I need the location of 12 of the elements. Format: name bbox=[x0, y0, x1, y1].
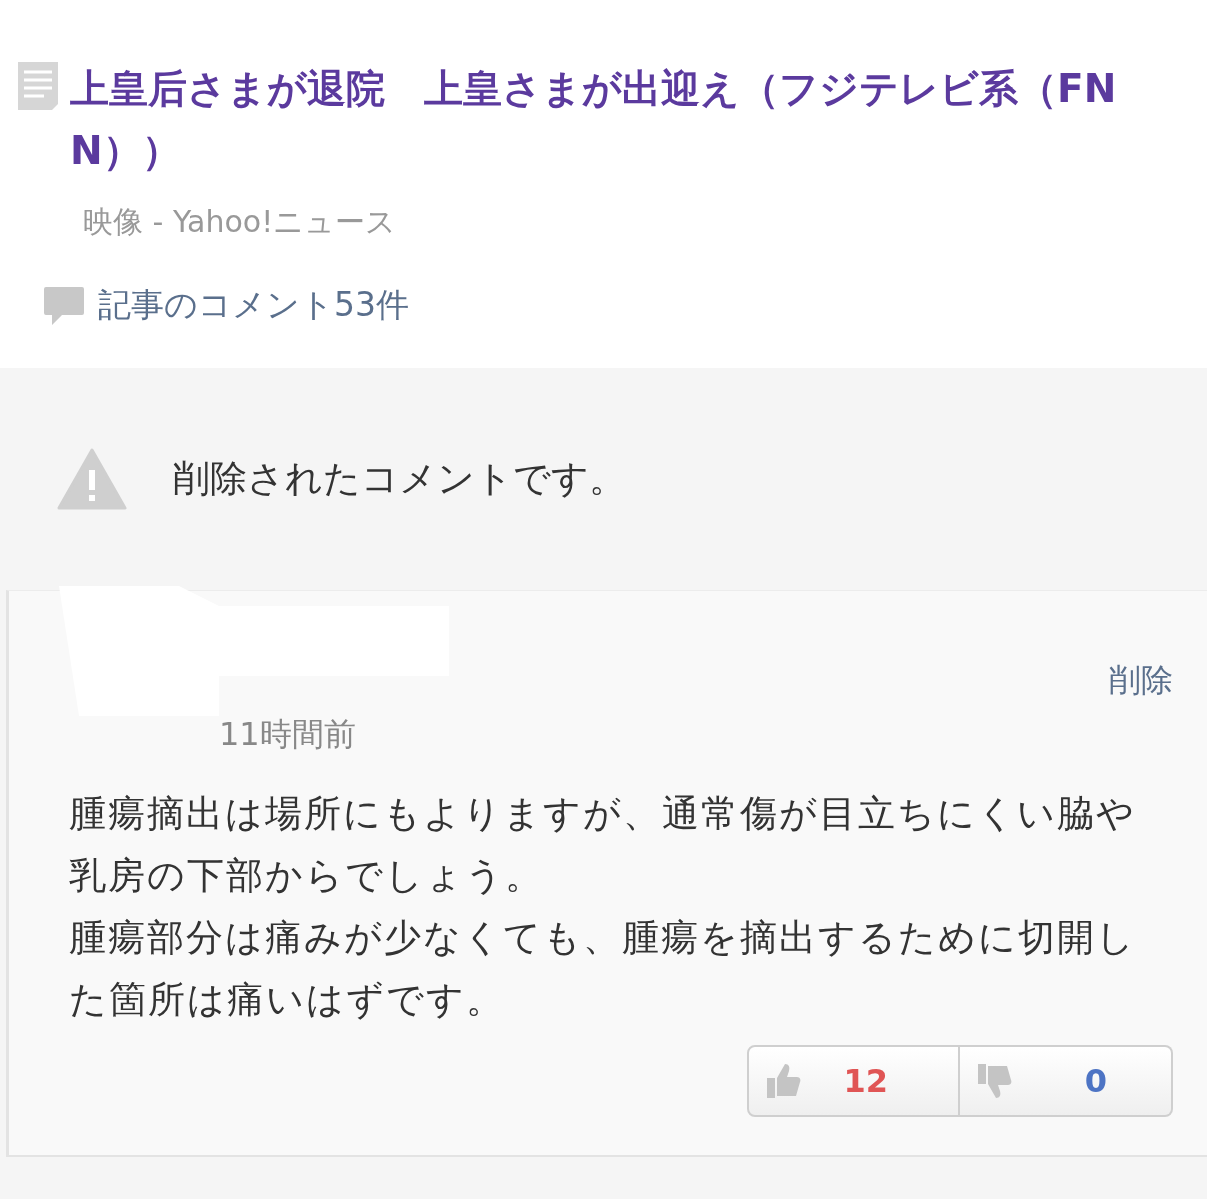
article-source: 映像 - Yahoo!ニュース bbox=[83, 203, 398, 241]
comments-link[interactable]: 記事のコメント53件 bbox=[98, 283, 409, 328]
article-title-link[interactable]: 上皇后さまが退院 上皇さまが出迎え（フジテレビ系（FNN）） bbox=[70, 58, 1132, 182]
deleted-comment-message: 削除されたコメントです。 bbox=[173, 456, 626, 502]
delete-link[interactable]: 削除 bbox=[1109, 659, 1173, 703]
like-button[interactable]: 12 bbox=[747, 1045, 960, 1117]
dislike-button[interactable]: 0 bbox=[960, 1045, 1173, 1117]
comment-time: 11時間前 bbox=[219, 714, 357, 755]
comment-text: 腫瘍摘出は場所にもよりますが、通常傷が目立ちにくい脇や乳房の下部からでしょう。 腫瘍部分は痛みが少なくても、腫瘍を摘出するために切開した箇所は痛いはずです。 bbox=[69, 791, 1137, 1023]
document-icon bbox=[18, 62, 60, 110]
speech-bubble-icon bbox=[44, 286, 84, 325]
warning-icon bbox=[57, 448, 127, 510]
